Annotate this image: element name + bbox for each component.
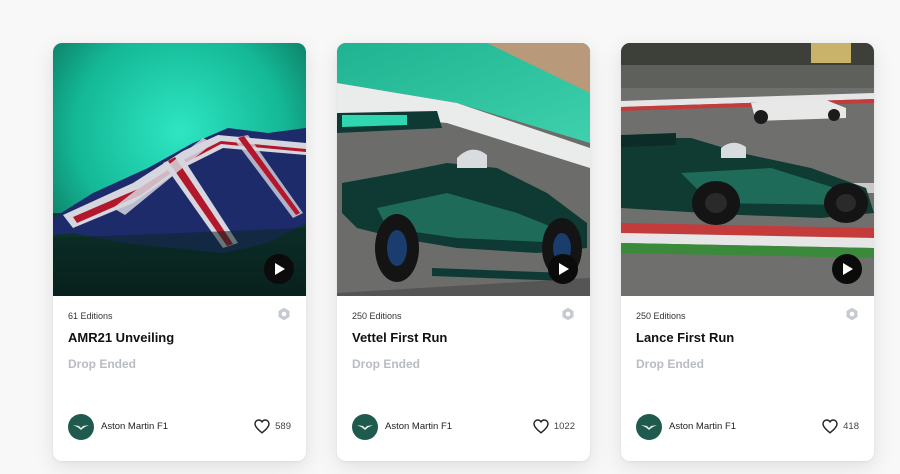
- creator-name: Aston Martin F1: [669, 421, 737, 432]
- nft-card-grid: 61 Editions AMR21 Unveiling Drop Ended A…: [0, 0, 900, 474]
- hexagon-badge-icon: [562, 307, 574, 321]
- like-button[interactable]: 1022: [533, 419, 575, 434]
- avatar: [352, 413, 378, 440]
- drop-status: Drop Ended: [68, 357, 136, 371]
- aston-martin-wings-icon: [357, 424, 373, 430]
- hexagon-badge-icon: [278, 307, 290, 321]
- creator-name: Aston Martin F1: [101, 421, 169, 432]
- card-title[interactable]: Vettel First Run: [352, 330, 447, 345]
- creator-name: Aston Martin F1: [385, 421, 453, 432]
- card-title[interactable]: Lance First Run: [636, 330, 734, 345]
- like-button[interactable]: 589: [254, 419, 291, 434]
- aston-martin-wings-icon: [641, 424, 657, 430]
- editions-count: 61 Editions: [68, 311, 113, 321]
- play-icon: [275, 263, 285, 275]
- play-button[interactable]: [264, 254, 294, 284]
- card-footer: Aston Martin F1 589: [68, 413, 291, 440]
- heart-icon: [533, 419, 549, 434]
- card-media[interactable]: [337, 43, 590, 296]
- creator-link[interactable]: Aston Martin F1: [636, 413, 737, 440]
- play-button[interactable]: [548, 254, 578, 284]
- editions-count: 250 Editions: [636, 311, 686, 321]
- avatar: [68, 413, 94, 440]
- play-icon: [843, 263, 853, 275]
- card-media[interactable]: [53, 43, 306, 296]
- card-media[interactable]: [621, 43, 874, 296]
- nft-card[interactable]: 61 Editions AMR21 Unveiling Drop Ended A…: [53, 43, 306, 461]
- aston-martin-wings-icon: [73, 424, 89, 430]
- nft-card[interactable]: 250 Editions Lance First Run Drop Ended …: [621, 43, 874, 461]
- avatar: [636, 413, 662, 440]
- card-footer: Aston Martin F1 1022: [352, 413, 575, 440]
- play-icon: [559, 263, 569, 275]
- like-count: 589: [275, 421, 291, 432]
- nft-card[interactable]: 250 Editions Vettel First Run Drop Ended…: [337, 43, 590, 461]
- play-button[interactable]: [832, 254, 862, 284]
- creator-link[interactable]: Aston Martin F1: [352, 413, 453, 440]
- drop-status: Drop Ended: [352, 357, 420, 371]
- drop-status: Drop Ended: [636, 357, 704, 371]
- card-title[interactable]: AMR21 Unveiling: [68, 330, 174, 345]
- creator-link[interactable]: Aston Martin F1: [68, 413, 169, 440]
- editions-count: 250 Editions: [352, 311, 402, 321]
- like-button[interactable]: 418: [822, 419, 859, 434]
- like-count: 1022: [553, 421, 575, 432]
- heart-icon: [254, 419, 270, 434]
- heart-icon: [822, 419, 838, 434]
- like-count: 418: [843, 421, 859, 432]
- card-footer: Aston Martin F1 418: [636, 413, 859, 440]
- hexagon-badge-icon: [846, 307, 858, 321]
